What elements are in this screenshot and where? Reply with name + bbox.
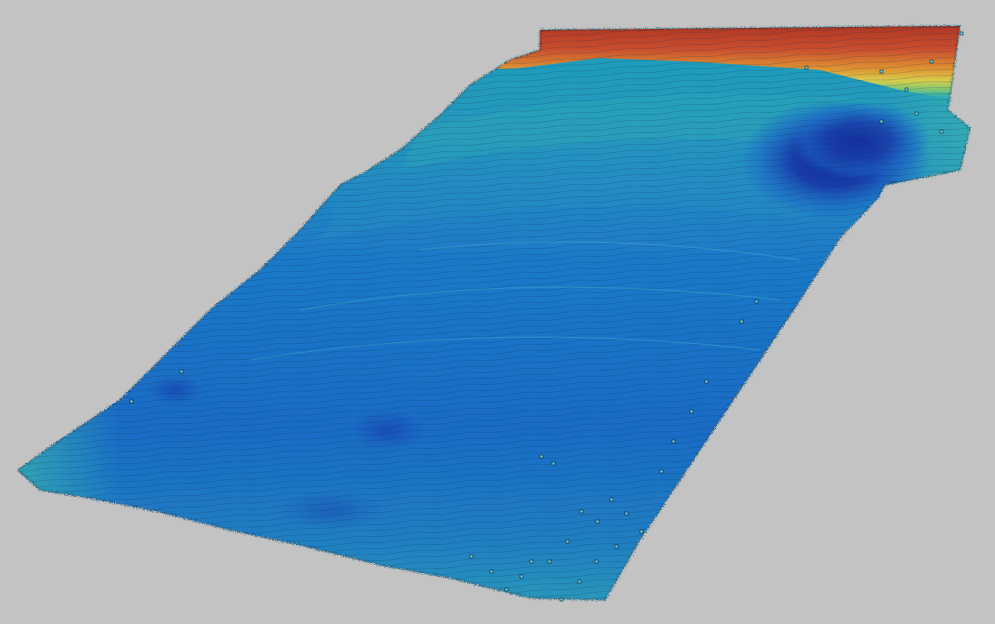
seafloor-surface xyxy=(17,25,971,601)
bathymetry-render[interactable] xyxy=(0,0,995,624)
3d-viewport[interactable] xyxy=(0,0,995,624)
